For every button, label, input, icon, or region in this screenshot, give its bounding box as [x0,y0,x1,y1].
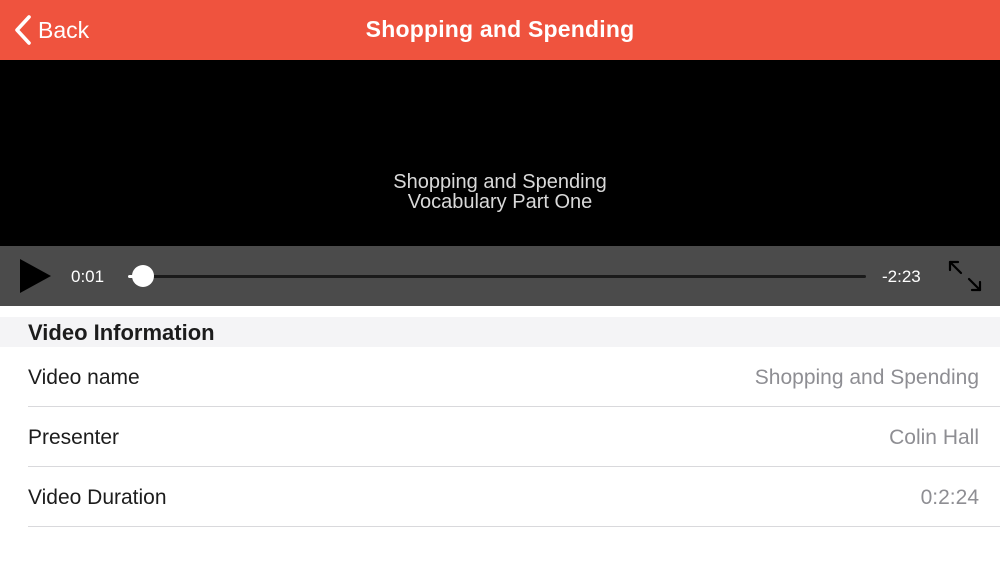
info-row-video-duration: Video Duration 0:2:24 [28,467,1000,527]
section-header: Video Information [0,317,1000,347]
info-value: 0:2:24 [920,486,979,509]
video-title-line-2: Vocabulary Part One [407,191,593,213]
info-value: Colin Hall [889,426,979,449]
progress-scrubber[interactable] [128,265,866,287]
remaining-time: -2:23 [882,267,921,286]
spacer [0,306,1000,317]
play-button[interactable] [18,258,54,294]
info-row-video-name: Video name Shopping and Spending [28,347,1000,407]
info-label: Video Duration [28,486,167,509]
scrubber-thumb[interactable] [132,265,154,287]
navigation-bar: Back Shopping and Spending [0,0,1000,60]
video-player-screen[interactable]: Shopping and Spending Vocabulary Part On… [0,60,1000,246]
fullscreen-expand-icon [947,260,983,297]
fullscreen-button[interactable] [947,259,983,293]
info-value: Shopping and Spending [754,366,979,389]
section-title: Video Information [28,320,215,345]
info-row-presenter: Presenter Colin Hall [28,407,1000,467]
play-icon [18,259,54,298]
video-info-list: Video name Shopping and Spending Present… [0,347,1000,527]
page-title: Shopping and Spending [365,16,635,42]
info-label: Video name [28,366,140,389]
video-controls-bar: 0:01 -2:23 [0,246,1000,306]
info-label: Presenter [28,426,120,449]
video-title-card: Shopping and Spending Vocabulary Part On… [0,172,1000,212]
video-title-line-1: Shopping and Spending [393,171,607,193]
elapsed-time: 0:01 [71,267,105,286]
